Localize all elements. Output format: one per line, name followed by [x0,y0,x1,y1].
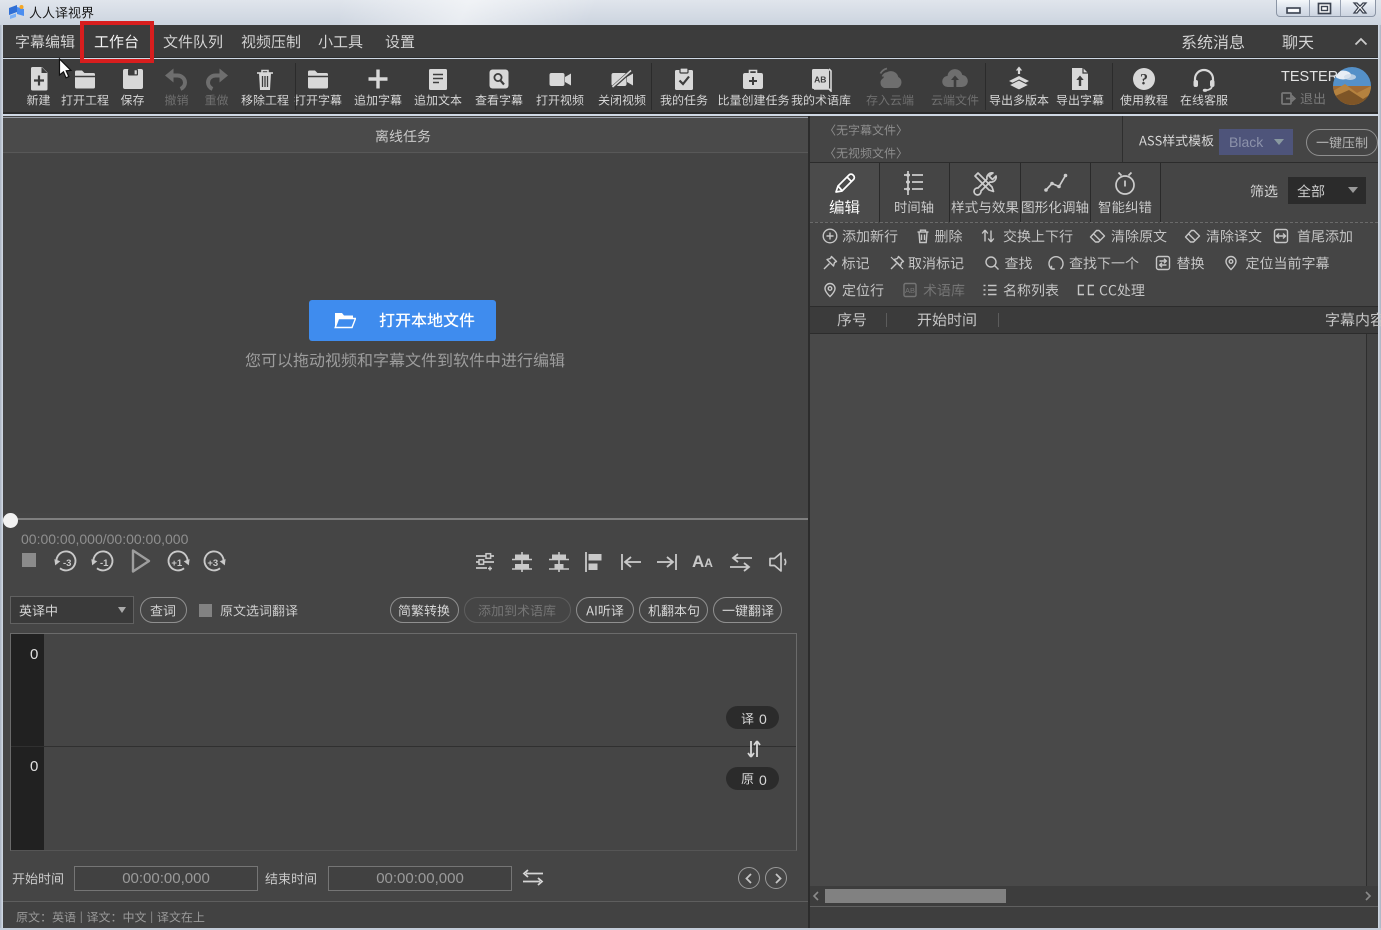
svg-text:?: ? [1140,72,1148,89]
svg-text:AB: AB [814,75,826,85]
svg-text:-1: -1 [100,558,109,569]
svg-text:AB: AB [905,286,915,295]
svg-text:-3: -3 [63,558,71,569]
svg-text:+3: +3 [207,558,218,569]
svg-text:+1: +1 [171,558,183,569]
